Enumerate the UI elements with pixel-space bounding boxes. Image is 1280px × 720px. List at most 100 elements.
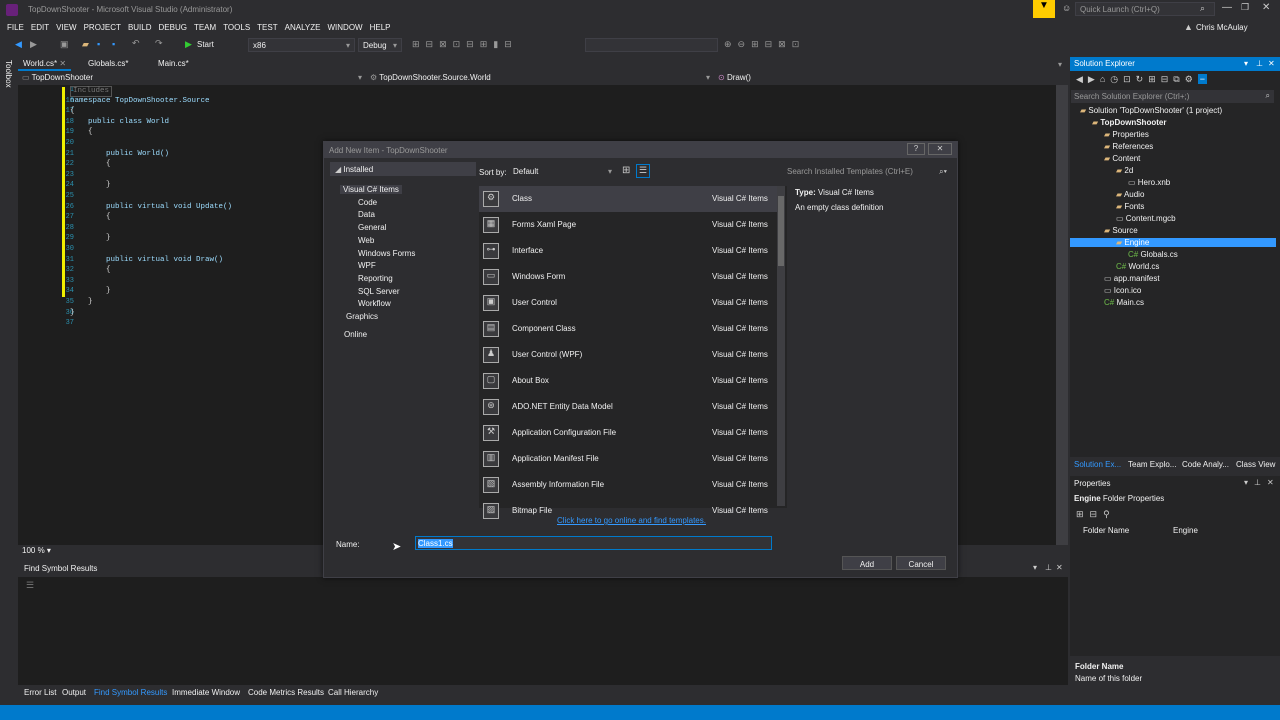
- menu-item-team[interactable]: TEAM: [194, 23, 216, 32]
- close-window-button[interactable]: ✕: [1262, 2, 1270, 13]
- template-item[interactable]: ▥ Application Manifest File Visual C# Item…: [479, 446, 779, 472]
- close-panel-icon[interactable]: ✕: [1056, 563, 1063, 572]
- feedback-icon[interactable]: ☺: [1062, 3, 1071, 13]
- dialog-tree-item[interactable]: WPF: [358, 261, 376, 270]
- dialog-tree-item[interactable]: Reporting: [358, 274, 393, 283]
- tab-overflow-icon[interactable]: ▾: [1058, 60, 1062, 69]
- dialog-tree-item[interactable]: Workflow: [358, 299, 391, 308]
- se-search-input[interactable]: Search Solution Explorer (Ctrl+;) ⌕: [1071, 90, 1274, 103]
- se-item[interactable]: ▰ References: [1104, 142, 1153, 151]
- se-bottom-tab[interactable]: Team Explo...: [1128, 460, 1176, 469]
- se-item[interactable]: ▭ Icon.ico: [1104, 286, 1141, 295]
- dialog-tree-item[interactable]: Data: [358, 210, 375, 219]
- online-templates-link[interactable]: Click here to go online and find templat…: [557, 516, 706, 525]
- dialog-tree-item[interactable]: Graphics: [346, 312, 378, 321]
- name-input[interactable]: Class1.cs: [415, 536, 772, 550]
- se-pin-icon[interactable]: ▾: [1244, 59, 1248, 68]
- dialog-tree-item[interactable]: Code: [358, 198, 377, 207]
- toolbar-icons[interactable]: ⊞⊟⊠⊡⊟⊞▮⊟: [412, 39, 518, 50]
- cancel-button[interactable]: Cancel: [896, 556, 946, 570]
- se-item[interactable]: C# Main.cs: [1104, 298, 1144, 307]
- template-search-icon[interactable]: ⌕▾: [939, 167, 947, 177]
- tab-world[interactable]: World.cs* ✕: [18, 57, 72, 71]
- restore-button[interactable]: ❐: [1241, 2, 1249, 13]
- menu-item-view[interactable]: VIEW: [56, 23, 76, 32]
- se-dash-icon[interactable]: −: [1197, 74, 1208, 84]
- se-item[interactable]: ▰ TopDownShooter: [1092, 118, 1166, 127]
- forward-icon[interactable]: ▶: [30, 39, 37, 50]
- template-item[interactable]: ▦ Forms Xaml Page Visual C# Items: [479, 212, 779, 238]
- dialog-tree-item[interactable]: Web: [358, 236, 374, 245]
- save-all-icon[interactable]: ▪: [112, 39, 115, 49]
- dialog-tree-item[interactable]: Windows Forms: [358, 249, 415, 258]
- se-scrollbar[interactable]: [1057, 100, 1065, 390]
- menu-item-analyze[interactable]: ANALYZE: [285, 23, 321, 32]
- template-item[interactable]: ▢ About Box Visual C# Items: [479, 368, 779, 394]
- se-item[interactable]: ▭ Content.mgcb: [1116, 214, 1176, 223]
- class-nav-dropdown[interactable]: ⚙ TopDownShooter.Source.World ▾: [370, 73, 710, 82]
- open-icon[interactable]: ▰: [82, 39, 89, 50]
- platform-dropdown[interactable]: x86 ▾: [248, 38, 355, 52]
- bottom-tab-0[interactable]: Error List: [24, 688, 56, 697]
- minimize-button[interactable]: —: [1222, 2, 1232, 13]
- pin-icon[interactable]: ⊥: [1045, 563, 1052, 572]
- results-toolbar-icon[interactable]: ☰: [26, 580, 34, 591]
- notification-flag-icon[interactable]: ▼: [1033, 0, 1055, 18]
- properties-toolbar[interactable]: ⊞⊟⚲: [1076, 509, 1116, 520]
- bottom-tab-5[interactable]: Call Hierarchy: [328, 688, 378, 697]
- se-item[interactable]: ▰ Audio: [1116, 190, 1144, 199]
- menu-item-project[interactable]: PROJECT: [84, 23, 121, 32]
- menu-item-window[interactable]: WINDOW: [328, 23, 363, 32]
- menu-item-test[interactable]: TEST: [257, 23, 277, 32]
- se-bottom-tab[interactable]: Class View: [1236, 460, 1275, 469]
- config-dropdown[interactable]: Debug ▾: [358, 38, 402, 52]
- se-item[interactable]: C# Globals.cs: [1128, 250, 1178, 259]
- se-item[interactable]: ▰ Solution 'TopDownShooter' (1 project): [1080, 106, 1222, 115]
- toolbar-icons-right[interactable]: ⊕⊖⊞⊟⊠⊡: [724, 39, 805, 50]
- se-item[interactable]: ▰ 2d: [1116, 166, 1133, 175]
- menu-item-file[interactable]: FILE: [7, 23, 24, 32]
- dialog-tree-item[interactable]: Visual C# Items: [340, 185, 402, 194]
- template-item[interactable]: ▤ Component Class Visual C# Items: [479, 316, 779, 342]
- template-list-scrollbar[interactable]: [777, 186, 785, 506]
- undo-icon[interactable]: ↶: [132, 38, 140, 49]
- menu-item-build[interactable]: BUILD: [128, 23, 152, 32]
- find-dropdown[interactable]: [585, 38, 718, 52]
- add-button[interactable]: Add: [842, 556, 892, 570]
- se-item[interactable]: ▭ Hero.xnb: [1128, 178, 1170, 187]
- sort-dropdown[interactable]: Default ▾: [509, 165, 616, 179]
- installed-header[interactable]: ◢ Installed: [330, 162, 476, 176]
- toolbox-strip[interactable]: Toolbox: [0, 56, 18, 706]
- zoom-dropdown[interactable]: 100 % ▾: [22, 546, 51, 555]
- se-bottom-tab[interactable]: Solution Ex...: [1074, 460, 1121, 469]
- bottom-tab-3[interactable]: Immediate Window: [172, 688, 240, 697]
- se-item[interactable]: ▭ app.manifest: [1104, 274, 1160, 283]
- properties-row-value[interactable]: Engine: [1173, 526, 1198, 535]
- menu-item-debug[interactable]: DEBUG: [159, 23, 187, 32]
- template-item[interactable]: ⚙ Class Visual C# Items: [479, 186, 779, 212]
- se-close-icon[interactable]: ✕: [1268, 59, 1275, 68]
- template-search-input[interactable]: Search Installed Templates (Ctrl+E) ⌕▾: [787, 167, 949, 179]
- toolbox-tab[interactable]: Toolbox: [4, 60, 13, 88]
- bottom-tab-4[interactable]: Code Metrics Results: [248, 688, 324, 697]
- se-item[interactable]: ▰ Content: [1104, 154, 1140, 163]
- dialog-tree-item[interactable]: General: [358, 223, 386, 232]
- grid-view-icon[interactable]: ⊞: [622, 165, 630, 176]
- se-search-icon[interactable]: ⌕: [1266, 91, 1270, 101]
- template-item[interactable]: ▣ User Control Visual C# Items: [479, 290, 779, 316]
- member-nav-dropdown[interactable]: ⊙ Draw(): [718, 73, 1058, 82]
- quick-launch-input[interactable]: Quick Launch (Ctrl+Q): [1075, 2, 1215, 16]
- se-autohide-icon[interactable]: ⊥: [1256, 59, 1263, 68]
- search-icon[interactable]: ⌕: [1200, 3, 1205, 14]
- start-icon[interactable]: ▶: [185, 39, 192, 50]
- template-item[interactable]: ⊛ ADO.NET Entity Data Model Visual C# Item…: [479, 394, 779, 420]
- new-project-icon[interactable]: ▣: [60, 39, 69, 50]
- se-item[interactable]: ▰ Fonts: [1116, 202, 1144, 211]
- back-icon[interactable]: ◀: [15, 39, 22, 50]
- se-item[interactable]: C# World.cs: [1116, 262, 1159, 271]
- menu-item-tools[interactable]: TOOLS: [223, 23, 250, 32]
- dialog-tree-item[interactable]: SQL Server: [358, 287, 400, 296]
- project-nav-dropdown[interactable]: ▭ TopDownShooter ▾: [22, 73, 362, 82]
- se-toolbar-icons[interactable]: ◀▶⌂◷⊡↻⊞⊟⧉⚙: [1076, 74, 1198, 84]
- bottom-tab-2[interactable]: Find Symbol Results: [94, 688, 167, 697]
